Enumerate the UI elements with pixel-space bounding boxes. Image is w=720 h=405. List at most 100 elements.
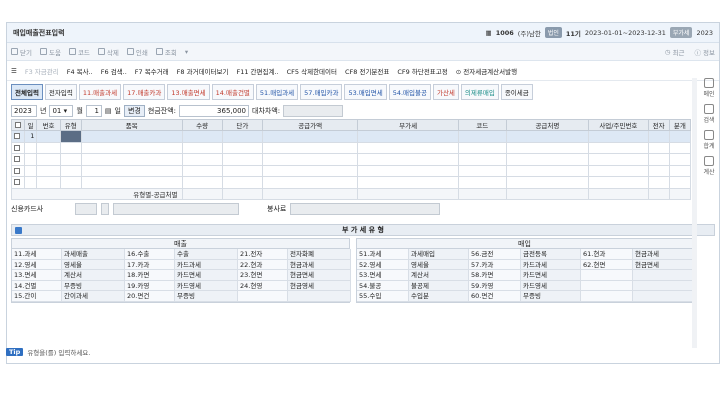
vat-type-cell (581, 291, 633, 302)
row-checkbox[interactable] (14, 156, 20, 163)
trash-icon (97, 48, 105, 55)
e-invoice-button[interactable]: ⊙ 전자세금계산서발행 (456, 66, 517, 76)
company-code: 1006 (495, 28, 514, 37)
code-button[interactable]: 코드 (68, 47, 90, 57)
f6-search-button[interactable]: F6 검색.. (101, 66, 127, 76)
tab-electronic[interactable]: 전자입력 (44, 84, 77, 100)
building-icon: ▦ (485, 28, 492, 37)
tab-deemed[interactable]: 의제류매입 (460, 84, 499, 100)
tab-11[interactable]: 11.매출과세 (78, 84, 122, 100)
change-button[interactable]: 변경 (123, 105, 145, 117)
period-label: 11기 (565, 29, 581, 38)
header-day: 일 (23, 119, 38, 131)
table-row[interactable] (11, 153, 692, 166)
total-side-button[interactable]: 합계 (703, 130, 715, 150)
vat-type-cell: 현금영세 (288, 280, 351, 291)
print-button[interactable]: 인쇄 (126, 47, 148, 57)
card-lookup[interactable] (101, 203, 109, 215)
month-select[interactable]: 01 ▾ (49, 105, 74, 117)
row-checkbox[interactable] (14, 179, 20, 186)
row-checkbox[interactable] (14, 167, 20, 174)
tab-all[interactable]: 전체입력 (11, 84, 43, 100)
card-name-input[interactable] (113, 203, 239, 215)
title-bar: 매입매출전표입력 ▦ 1006 (주)남한 법인 11기 2023-01-01~… (7, 23, 719, 43)
vat-type-cell: 과세매출 (62, 249, 125, 260)
tab-14[interactable]: 14.매출건별 (211, 84, 254, 100)
vat-type-cell: 16.수출 (125, 249, 175, 260)
menu-icon[interactable]: ☰ (11, 67, 17, 75)
vat-type-cell: 23.현면 (238, 270, 288, 281)
delete-button[interactable]: 삭제 (97, 47, 119, 57)
calendar-icon[interactable]: ▤ (105, 107, 112, 115)
vat-type-cell: 현금면세 (288, 270, 351, 281)
vat-type-cell: 60.면건 (469, 291, 521, 302)
table-row[interactable] (11, 176, 692, 189)
tab-13[interactable]: 13.매출면세 (167, 84, 210, 100)
card-code-input[interactable] (75, 203, 97, 215)
vat-type-cell: 수입분 (409, 291, 469, 302)
sum-icon (703, 130, 714, 140)
cf9-pin-button[interactable]: CF9 하단전표고정 (397, 66, 447, 76)
table-row[interactable] (11, 164, 692, 177)
row-checkbox[interactable] (14, 144, 20, 151)
table-row[interactable]: 1 (11, 130, 692, 143)
info-button[interactable]: ⓘ 정보 (695, 47, 715, 57)
function-toolbar: ☰ F3 자금관리 F4 복사.. F6 검색.. F7 복수거래 F8 과거데… (7, 61, 719, 81)
vat-type-cell (238, 291, 288, 302)
cf8-prior-button[interactable]: CF8 전기분전표 (345, 66, 389, 76)
vat-type-cell: 18.카면 (125, 270, 175, 281)
company-name: (주)남한 (517, 29, 541, 38)
header-journal: 분개 (668, 119, 692, 131)
vat-type-header: 부 가 세 유 형 (11, 224, 715, 236)
day-unit: 일 (114, 107, 121, 115)
calc-side-button[interactable]: 계산 (703, 156, 715, 176)
cash-label: 현금잔액: (147, 107, 176, 115)
tab-51[interactable]: 51.매입과세 (255, 84, 299, 100)
header-qty: 수량 (181, 119, 223, 131)
vat-type-cell: 13.면세 (12, 270, 62, 281)
info-icon: ⓘ (694, 48, 702, 57)
vat-type-table: 매출 11.과세 과세매출 16.수출 수출 21.전자 전자화폐 12.영세 영세율 17.카… (11, 238, 715, 303)
vat-type-cell: 57.카과 (469, 259, 521, 270)
tab-penalty[interactable]: 가산세 (432, 84, 459, 100)
close-button[interactable]: 닫기 (11, 47, 32, 57)
row-checkbox[interactable] (14, 133, 20, 140)
row-day[interactable]: 1 (23, 130, 38, 143)
f4-copy-button[interactable]: F4 복사.. (67, 66, 93, 76)
tab-53[interactable]: 53.매입면세 (344, 84, 387, 100)
vertical-scrollbar[interactable] (692, 78, 697, 348)
dropdown-icon[interactable]: ▾ (185, 48, 188, 56)
type-cell-active[interactable] (59, 130, 82, 143)
vat-type-cell: 현금과세 (288, 259, 351, 270)
tab-paper[interactable]: 종이세금 (500, 84, 533, 100)
sales-grid: 11.과세 과세매출 16.수출 수출 21.전자 전자화폐 12.영세 영세율 17.카과 카드… (12, 249, 351, 302)
entry-grid: 일 번호 유형 품목 수량 단가 공급가액 부가세 코드 공급처명 사업/주민번… (11, 119, 692, 200)
f11-summary-button[interactable]: F11 간편집계.. (236, 66, 278, 76)
recent-button[interactable]: ◷ 최근 (665, 47, 685, 57)
vat-type-cell: 17.카과 (125, 259, 175, 270)
header-check[interactable] (11, 119, 25, 131)
day-input[interactable]: 1 (85, 105, 102, 117)
cf5-deleted-button[interactable]: CF5 삭제한데이터 (287, 66, 337, 76)
tab-17[interactable]: 17.매출카과 (123, 84, 166, 100)
purchase-grid: 51.과세 과세매입 56.금전 금전등록 61.현과 현금과세 52.영세 영세율 57.카과… (357, 249, 693, 302)
f8-history-button[interactable]: F8 과거데이터보기 (177, 66, 229, 76)
tab-57[interactable]: 57.매입카과 (300, 84, 343, 100)
vat-type-cell (633, 291, 693, 302)
service-input[interactable] (290, 203, 441, 215)
f7-multi-button[interactable]: F7 복수거래 (135, 66, 169, 76)
tab-54[interactable]: 54.매입불공 (388, 84, 431, 100)
help-button[interactable]: 도움 (39, 47, 61, 57)
year-input[interactable]: 2023 (11, 105, 37, 117)
main-side-button[interactable]: 메인 (703, 78, 715, 98)
vat-type-cell: 영세율 (409, 259, 469, 270)
vat-type-cell: 59.카영 (469, 280, 521, 291)
table-row[interactable] (11, 141, 692, 154)
vat-type-cell: 20.면건 (125, 291, 175, 302)
search-button[interactable]: 조회 (155, 47, 177, 57)
vat-type-cell: 계산서 (409, 270, 469, 281)
vat-type-cell: 무증빙 (62, 280, 125, 291)
f3-button[interactable]: F3 자금관리 (25, 66, 59, 76)
chevron-down-icon: ▾ (63, 107, 68, 115)
search-side-button[interactable]: 검색 (703, 104, 715, 124)
